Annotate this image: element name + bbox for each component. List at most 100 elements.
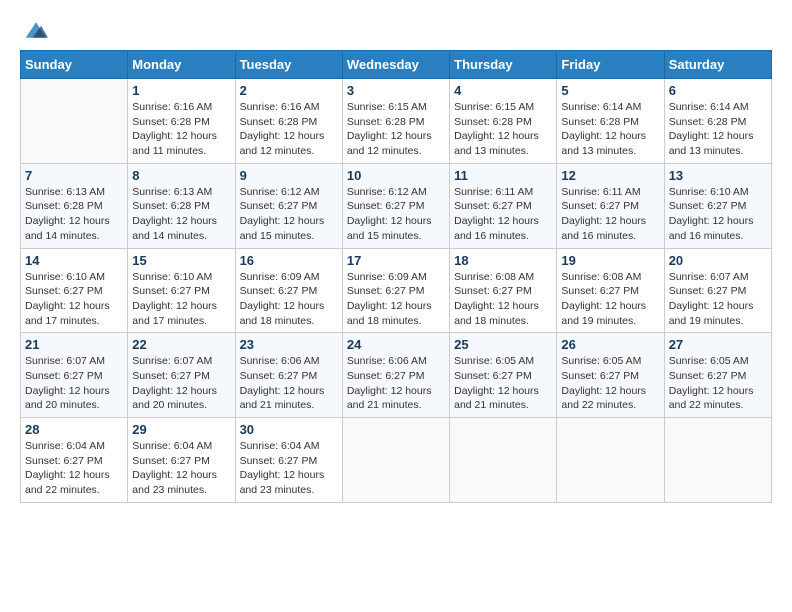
day-info: Sunrise: 6:09 AMSunset: 6:27 PMDaylight:… — [240, 270, 338, 329]
day-cell: 4Sunrise: 6:15 AMSunset: 6:28 PMDaylight… — [450, 79, 557, 164]
day-cell — [342, 418, 449, 503]
day-number: 2 — [240, 83, 338, 98]
day-number: 8 — [132, 168, 230, 183]
day-number: 7 — [25, 168, 123, 183]
day-number: 10 — [347, 168, 445, 183]
header-cell-monday: Monday — [128, 51, 235, 79]
day-cell: 25Sunrise: 6:05 AMSunset: 6:27 PMDayligh… — [450, 333, 557, 418]
day-cell: 24 Sunrise: 6:06 AMSunset: 6:27 PMDayligh… — [342, 333, 449, 418]
day-cell — [21, 79, 128, 164]
day-cell: 20 Sunrise: 6:07 AMSunset: 6:27 PMDayligh… — [664, 248, 771, 333]
day-info: Sunrise: 6:05 AMSunset: 6:27 PMDaylight:… — [669, 354, 767, 413]
day-number: 16 — [240, 253, 338, 268]
day-cell: 13 Sunrise: 6:10 AMSunset: 6:27 PMDayligh… — [664, 163, 771, 248]
day-cell: 17Sunrise: 6:09 AMSunset: 6:27 PMDayligh… — [342, 248, 449, 333]
day-cell: 18Sunrise: 6:08 AMSunset: 6:27 PMDayligh… — [450, 248, 557, 333]
header-cell-friday: Friday — [557, 51, 664, 79]
day-cell: 5 Sunrise: 6:14 AMSunset: 6:28 PMDaylight… — [557, 79, 664, 164]
day-info: Sunrise: 6:12 AMSunset: 6:27 PMDaylight:… — [240, 185, 338, 244]
day-cell: 23Sunrise: 6:06 AMSunset: 6:27 PMDayligh… — [235, 333, 342, 418]
day-info: Sunrise: 6:08 AMSunset: 6:27 PMDaylight:… — [561, 270, 659, 329]
day-cell: 7 Sunrise: 6:13 AMSunset: 6:28 PMDaylight… — [21, 163, 128, 248]
day-info: Sunrise: 6:04 AMSunset: 6:27 PMDaylight:… — [240, 439, 338, 498]
day-info: Sunrise: 6:04 AMSunset: 6:27 PMDaylight:… — [132, 439, 230, 498]
day-info: Sunrise: 6:07 AMSunset: 6:27 PMDaylight:… — [25, 354, 123, 413]
day-info: Sunrise: 6:04 AMSunset: 6:27 PMDaylight:… — [25, 439, 123, 498]
day-cell: 29 Sunrise: 6:04 AMSunset: 6:27 PMDayligh… — [128, 418, 235, 503]
page-header — [20, 20, 772, 40]
week-row-0: 1 Sunrise: 6:16 AMSunset: 6:28 PMDaylight… — [21, 79, 772, 164]
day-info: Sunrise: 6:13 AMSunset: 6:28 PMDaylight:… — [132, 185, 230, 244]
day-number: 6 — [669, 83, 767, 98]
day-info: Sunrise: 6:16 AMSunset: 6:28 PMDaylight:… — [240, 100, 338, 159]
day-info: Sunrise: 6:13 AMSunset: 6:28 PMDaylight:… — [25, 185, 123, 244]
day-number: 26 — [561, 337, 659, 352]
day-cell: 28 Sunrise: 6:04 AMSunset: 6:27 PMDayligh… — [21, 418, 128, 503]
day-number: 15 — [132, 253, 230, 268]
day-info: Sunrise: 6:15 AMSunset: 6:28 PMDaylight:… — [347, 100, 445, 159]
day-cell — [557, 418, 664, 503]
day-info: Sunrise: 6:14 AMSunset: 6:28 PMDaylight:… — [669, 100, 767, 159]
day-info: Sunrise: 6:10 AMSunset: 6:27 PMDaylight:… — [132, 270, 230, 329]
day-cell: 9 Sunrise: 6:12 AMSunset: 6:27 PMDaylight… — [235, 163, 342, 248]
day-number: 25 — [454, 337, 552, 352]
header-cell-tuesday: Tuesday — [235, 51, 342, 79]
day-cell — [450, 418, 557, 503]
calendar-header-row: SundayMondayTuesdayWednesdayThursdayFrid… — [21, 51, 772, 79]
day-cell: 15 Sunrise: 6:10 AMSunset: 6:27 PMDayligh… — [128, 248, 235, 333]
day-cell: 11 Sunrise: 6:11 AMSunset: 6:27 PMDayligh… — [450, 163, 557, 248]
day-cell: 14 Sunrise: 6:10 AMSunset: 6:27 PMDayligh… — [21, 248, 128, 333]
week-row-2: 14 Sunrise: 6:10 AMSunset: 6:27 PMDayligh… — [21, 248, 772, 333]
day-cell: 8 Sunrise: 6:13 AMSunset: 6:28 PMDaylight… — [128, 163, 235, 248]
day-number: 21 — [25, 337, 123, 352]
day-number: 29 — [132, 422, 230, 437]
day-info: Sunrise: 6:16 AMSunset: 6:28 PMDaylight:… — [132, 100, 230, 159]
day-info: Sunrise: 6:10 AMSunset: 6:27 PMDaylight:… — [669, 185, 767, 244]
day-cell: 19 Sunrise: 6:08 AMSunset: 6:27 PMDayligh… — [557, 248, 664, 333]
day-info: Sunrise: 6:09 AMSunset: 6:27 PMDaylight:… — [347, 270, 445, 329]
day-info: Sunrise: 6:07 AMSunset: 6:27 PMDaylight:… — [669, 270, 767, 329]
day-cell: 6 Sunrise: 6:14 AMSunset: 6:28 PMDaylight… — [664, 79, 771, 164]
day-number: 28 — [25, 422, 123, 437]
day-cell: 22 Sunrise: 6:07 AMSunset: 6:27 PMDayligh… — [128, 333, 235, 418]
header-cell-sunday: Sunday — [21, 51, 128, 79]
day-cell: 10 Sunrise: 6:12 AMSunset: 6:27 PMDayligh… — [342, 163, 449, 248]
day-number: 30 — [240, 422, 338, 437]
day-info: Sunrise: 6:10 AMSunset: 6:27 PMDaylight:… — [25, 270, 123, 329]
day-cell: 3Sunrise: 6:15 AMSunset: 6:28 PMDaylight… — [342, 79, 449, 164]
day-number: 27 — [669, 337, 767, 352]
day-cell: 30 Sunrise: 6:04 AMSunset: 6:27 PMDayligh… — [235, 418, 342, 503]
logo-icon — [24, 20, 48, 40]
day-number: 19 — [561, 253, 659, 268]
day-number: 13 — [669, 168, 767, 183]
day-info: Sunrise: 6:08 AMSunset: 6:27 PMDaylight:… — [454, 270, 552, 329]
day-number: 5 — [561, 83, 659, 98]
day-info: Sunrise: 6:14 AMSunset: 6:28 PMDaylight:… — [561, 100, 659, 159]
day-number: 11 — [454, 168, 552, 183]
day-info: Sunrise: 6:12 AMSunset: 6:27 PMDaylight:… — [347, 185, 445, 244]
day-info: Sunrise: 6:06 AMSunset: 6:27 PMDaylight:… — [347, 354, 445, 413]
day-cell: 26Sunrise: 6:05 AMSunset: 6:27 PMDayligh… — [557, 333, 664, 418]
calendar-table: SundayMondayTuesdayWednesdayThursdayFrid… — [20, 50, 772, 503]
day-cell: 1 Sunrise: 6:16 AMSunset: 6:28 PMDaylight… — [128, 79, 235, 164]
day-info: Sunrise: 6:07 AMSunset: 6:27 PMDaylight:… — [132, 354, 230, 413]
week-row-1: 7 Sunrise: 6:13 AMSunset: 6:28 PMDaylight… — [21, 163, 772, 248]
day-number: 14 — [25, 253, 123, 268]
day-number: 20 — [669, 253, 767, 268]
day-number: 1 — [132, 83, 230, 98]
week-row-3: 21 Sunrise: 6:07 AMSunset: 6:27 PMDayligh… — [21, 333, 772, 418]
day-number: 12 — [561, 168, 659, 183]
day-number: 24 — [347, 337, 445, 352]
header-cell-saturday: Saturday — [664, 51, 771, 79]
day-number: 9 — [240, 168, 338, 183]
calendar-body: 1 Sunrise: 6:16 AMSunset: 6:28 PMDaylight… — [21, 79, 772, 503]
day-info: Sunrise: 6:11 AMSunset: 6:27 PMDaylight:… — [454, 185, 552, 244]
day-number: 4 — [454, 83, 552, 98]
day-cell: 21 Sunrise: 6:07 AMSunset: 6:27 PMDayligh… — [21, 333, 128, 418]
day-number: 22 — [132, 337, 230, 352]
day-cell: 27 Sunrise: 6:05 AMSunset: 6:27 PMDayligh… — [664, 333, 771, 418]
day-number: 23 — [240, 337, 338, 352]
week-row-4: 28 Sunrise: 6:04 AMSunset: 6:27 PMDayligh… — [21, 418, 772, 503]
logo — [20, 20, 48, 40]
day-cell: 2 Sunrise: 6:16 AMSunset: 6:28 PMDaylight… — [235, 79, 342, 164]
